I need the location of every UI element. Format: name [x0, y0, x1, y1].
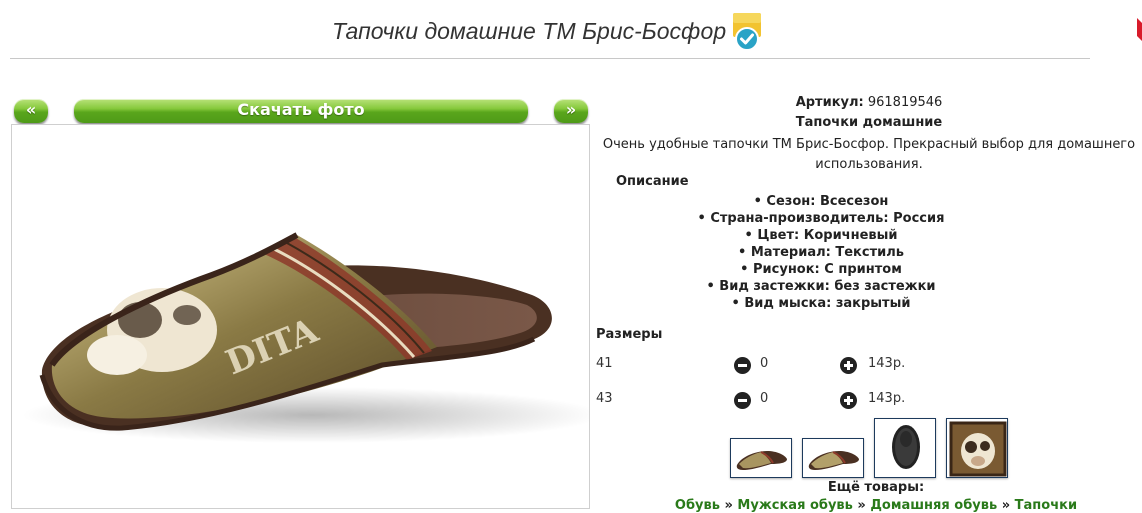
photo-thumbnail-3[interactable]: [874, 418, 936, 478]
next-photo-button[interactable]: »: [554, 99, 588, 123]
description-title: Описание: [616, 174, 689, 189]
side-tab-icon[interactable]: [1133, 14, 1142, 48]
title-divider: [10, 58, 1090, 59]
spec-item: • Материал: Текстиль: [738, 245, 904, 260]
photo-thumbnail-1[interactable]: [730, 438, 792, 478]
decrease-quantity-icon[interactable]: [734, 357, 751, 374]
quantity-value: 0: [760, 356, 769, 371]
photo-thumbnail-4[interactable]: [946, 418, 1008, 478]
more-products-title: Ещё товары:: [827, 480, 925, 495]
spec-item: • Рисунок: С принтом: [740, 262, 902, 277]
download-photo-button[interactable]: Скачать фото: [74, 99, 528, 123]
increase-quantity-icon[interactable]: [840, 357, 857, 374]
prev-photo-button[interactable]: «: [14, 99, 48, 123]
spec-text: Материал: Текстиль: [750, 245, 904, 260]
article-label: Артикул:: [795, 95, 864, 110]
size-row: 41 0 143р.: [596, 356, 1142, 376]
spec-item: • Вид застежки: без застежки: [706, 279, 936, 294]
spec-item: • Цвет: Коричневый: [744, 228, 898, 243]
page-title: Тапочки домашние ТМ Брис-Босфор: [332, 18, 727, 44]
photo-thumbnail-2[interactable]: [802, 438, 864, 478]
verified-check-icon: [733, 13, 761, 51]
size-row: 43 0 143р.: [596, 391, 1142, 411]
spec-item: • Страна-производитель: Россия: [697, 211, 945, 226]
size-price: 143р.: [868, 391, 906, 406]
article-value: 961819546: [867, 95, 943, 110]
spec-text: Цвет: Коричневый: [757, 228, 898, 243]
article-line: Артикул: 961819546: [596, 95, 1142, 110]
breadcrumb-link-home-shoes[interactable]: Домашняя обувь: [870, 498, 997, 513]
spec-text: Сезон: Всесезон: [766, 194, 889, 209]
spec-item: • Вид мыска: закрытый: [731, 296, 911, 311]
spec-item: • Сезон: Всесезон: [753, 194, 889, 209]
breadcrumb-link-shoes[interactable]: Обувь: [675, 498, 720, 513]
spec-text: Вид застежки: без застежки: [719, 279, 936, 294]
spec-text: Рисунок: С принтом: [753, 262, 902, 277]
product-description: Очень удобные тапочки ТМ Брис-Босфор. Пр…: [602, 137, 1136, 172]
header: Тапочки домашние ТМ Брис-Босфор: [0, 12, 1090, 52]
quantity-value: 0: [760, 391, 769, 406]
breadcrumb-link-mens-shoes[interactable]: Мужская обувь: [737, 498, 852, 513]
breadcrumb-separator: »: [724, 498, 733, 513]
size-number: 43: [596, 391, 613, 406]
breadcrumb: Обувь » Мужская обувь » Домашняя обувь »…: [596, 498, 1142, 513]
breadcrumb-separator: »: [857, 498, 866, 513]
increase-quantity-icon[interactable]: [840, 392, 857, 409]
size-price: 143р.: [868, 356, 906, 371]
breadcrumb-separator: »: [1001, 498, 1011, 513]
product-name: Тапочки домашние: [795, 115, 943, 130]
spec-text: Вид мыска: закрытый: [744, 296, 911, 311]
spec-text: Страна-производитель: Россия: [710, 211, 945, 226]
sizes-title: Размеры: [596, 327, 663, 342]
product-photo: DITA: [11, 124, 590, 509]
decrease-quantity-icon[interactable]: [734, 392, 751, 409]
breadcrumb-link-slippers[interactable]: Тапочки: [1015, 498, 1077, 513]
size-number: 41: [596, 356, 613, 371]
